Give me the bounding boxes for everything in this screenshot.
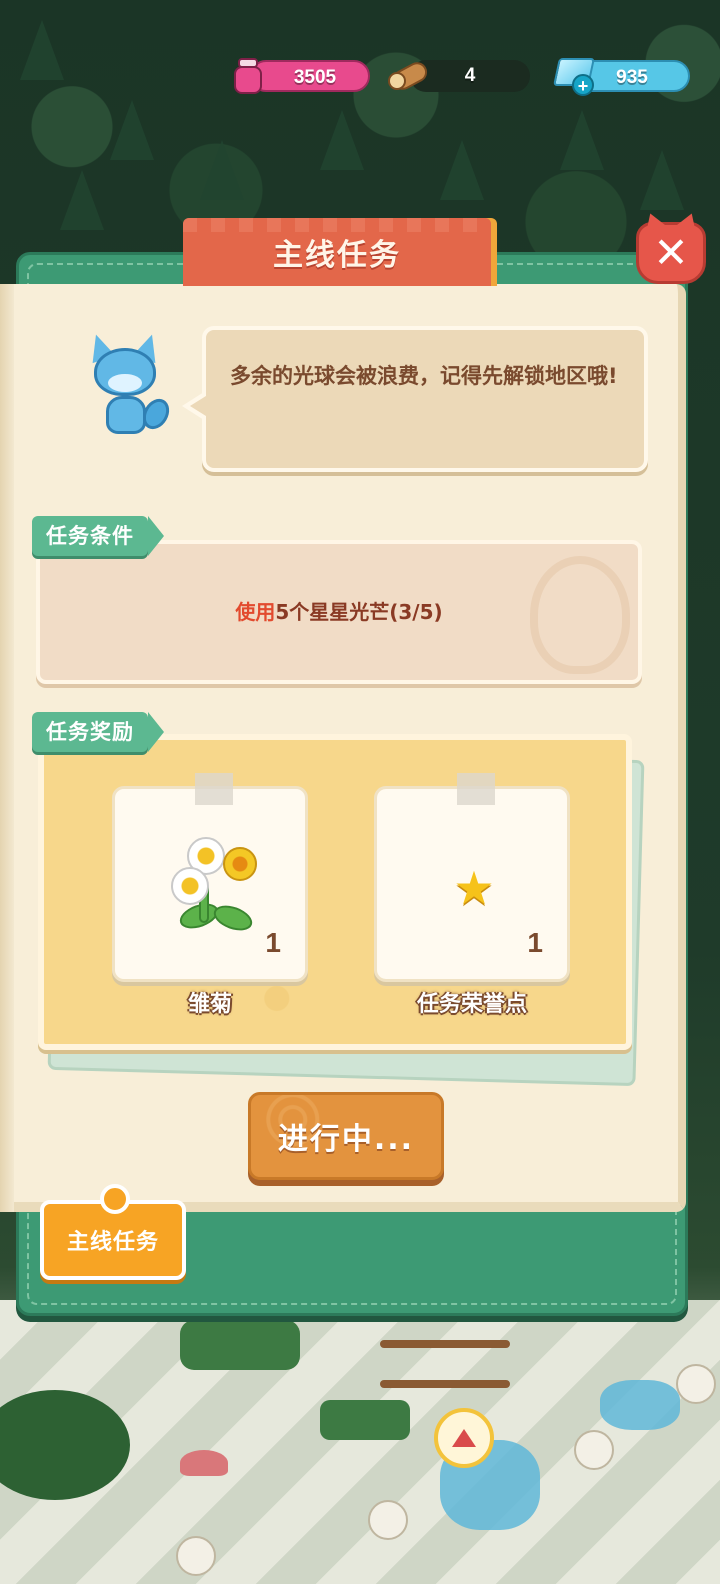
condition-highlight: 使用 [235,600,276,624]
page-spine [0,284,14,1212]
daisy-icon [165,833,265,939]
building-bubble[interactable] [676,1364,716,1404]
building-bubble[interactable] [368,1500,408,1540]
gem-count: 935 [616,67,648,88]
gem-icon[interactable]: + [552,54,598,96]
tape-decoration [195,773,233,805]
tab-main-quest-label: 主线任务 [66,1230,159,1255]
fountain-water [600,1380,680,1430]
reward-count: 1 [527,927,543,958]
plus-icon[interactable]: + [572,74,594,96]
in-progress-label: 进行中... [277,1122,415,1157]
wood-count: 4 [464,65,476,86]
dialogue-bubble: 多余的光球会被浪费，记得先解锁地区哦! [182,326,648,472]
potion-icon [232,56,264,96]
reward-name: 任务荣誉点 [416,992,527,1017]
star-icon: ★ [453,861,495,915]
tree [60,170,104,230]
condition-label: 任务条件 [32,516,164,556]
reward-card-honor-points[interactable]: ★ 1 [374,773,570,982]
fence [380,1380,510,1388]
tree [320,110,364,170]
building-bubble[interactable] [176,1536,216,1576]
upgrade-arrow-button[interactable] [434,1408,494,1468]
panel-title-tab: 主线任务 [183,218,491,286]
tab-main-quest[interactable]: 主线任务 [40,1184,186,1280]
tree [440,140,484,200]
tree [200,140,244,200]
hedge [320,1400,410,1440]
fence [380,1340,510,1348]
building-bubble[interactable] [574,1430,614,1470]
potion-count: 3505 [293,67,337,88]
tree [640,150,684,210]
log-icon [388,58,431,94]
dialogue-text: 多余的光球会被浪费，记得先解锁地区哦! [230,364,618,388]
condition-detail: 5个星星光芒(3/5) [275,600,443,624]
tree [20,20,64,80]
reward-count: 1 [265,927,281,958]
close-icon: ✕ [653,228,689,277]
tree [560,110,604,170]
tape-decoration [457,773,495,805]
tree [110,100,154,160]
panel-title: 主线任务 [273,238,401,273]
close-button[interactable]: ✕ [636,222,706,284]
condition-box: 使用5个星星光芒(3/5) [36,540,642,684]
reward-card-daisy[interactable]: 1 [112,773,308,982]
mushroom [180,1450,228,1476]
reward-label: 任务奖励 [32,712,164,752]
reward-name: 雏菊 [187,992,232,1017]
condition-text: 使用5个星星光芒(3/5) [40,596,638,625]
hedge [180,1320,300,1370]
in-progress-button[interactable]: 进行中... [248,1092,444,1180]
potion-counter: 3505 [250,60,370,92]
fox-character-avatar [82,330,175,444]
